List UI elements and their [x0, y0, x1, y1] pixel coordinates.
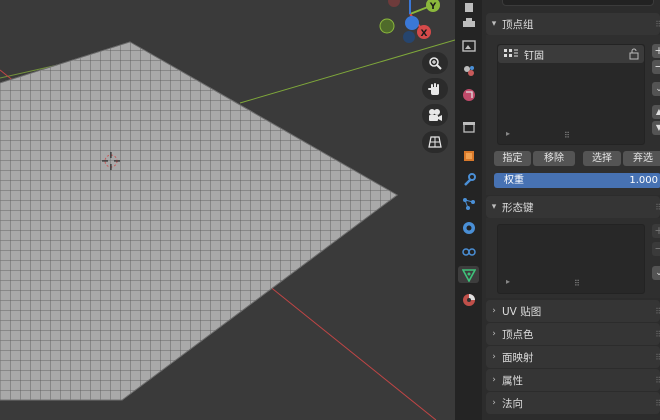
mesh-data-icon	[461, 268, 476, 282]
drag-handle-icon[interactable]: ⠿	[655, 330, 660, 339]
uv-maps-title: UV 贴图	[502, 305, 542, 318]
tab-world[interactable]	[460, 118, 477, 135]
grid-plane	[0, 41, 398, 401]
view-layer-icon	[463, 65, 474, 76]
face-maps-title: 面映射	[502, 351, 534, 364]
drag-handle-icon[interactable]: ⠿	[655, 203, 660, 212]
vertex-colors-panel-header[interactable]: › 顶点色 ⠿	[486, 323, 660, 345]
tool-icon	[464, 2, 473, 12]
chevron-right-icon: ›	[492, 398, 496, 408]
move-up-button[interactable]: ▲	[652, 105, 660, 119]
properties-tab-strip	[455, 0, 482, 420]
vertex-group-specials-button[interactable]: ⌄	[652, 82, 660, 96]
zoom-button[interactable]	[422, 52, 448, 74]
camera-view-button[interactable]	[422, 104, 448, 126]
tab-material[interactable]	[460, 291, 477, 308]
tab-particles[interactable]	[460, 195, 477, 212]
list-resize-grip[interactable]: ⠿	[564, 131, 570, 140]
gizmo-y-label: Y	[429, 2, 437, 12]
remove-button[interactable]: 移除	[533, 151, 575, 166]
vertex-group-item[interactable]: 钉固	[498, 45, 644, 63]
weight-label: 权重	[504, 175, 524, 186]
remove-vertex-group-button[interactable]: −	[652, 60, 660, 74]
material-icon	[462, 293, 475, 306]
tab-object[interactable]	[460, 147, 477, 164]
weight-slider[interactable]: 权重 1.000	[494, 173, 660, 188]
constraints-icon	[461, 247, 476, 256]
zoom-icon	[429, 57, 442, 70]
list-expand-icon[interactable]: ▸	[506, 277, 510, 286]
tab-output[interactable]	[460, 37, 477, 54]
deselect-button[interactable]: 弃选	[623, 151, 660, 166]
mesh-name-field[interactable]	[502, 0, 654, 6]
list-expand-icon[interactable]: ▸	[506, 129, 510, 138]
vertex-groups-panel-header[interactable]: ▾ 顶点组 ⠿	[486, 13, 660, 35]
output-icon	[461, 39, 476, 52]
drag-handle-icon[interactable]: ⠿	[655, 307, 660, 316]
move-down-button[interactable]: ▼	[652, 121, 660, 135]
list-resize-grip[interactable]: ⠿	[574, 279, 580, 288]
chevron-right-icon: ›	[492, 352, 496, 362]
gizmo-x-label: X	[421, 29, 428, 39]
shape-key-specials-button[interactable]: ⌄	[652, 266, 660, 280]
chevron-right-icon: ›	[492, 375, 496, 385]
particles-icon	[462, 197, 475, 210]
shape-keys-panel: ▸ ⠿ + − ⌄	[486, 218, 660, 298]
vertex-colors-title: 顶点色	[502, 328, 534, 341]
vertex-group-list[interactable]: 钉固 ▸ ⠿	[497, 44, 645, 145]
normals-title: 法向	[502, 397, 523, 410]
vertex-groups-title: 顶点组	[502, 18, 534, 31]
attributes-title: 属性	[502, 374, 523, 387]
drag-handle-icon[interactable]: ⠿	[655, 353, 660, 362]
physics-icon	[462, 221, 475, 234]
perspective-toggle-button[interactable]	[422, 131, 448, 153]
vertex-group-name: 钉固	[524, 50, 544, 62]
tab-physics[interactable]	[460, 219, 477, 236]
object-icon	[463, 150, 474, 161]
add-shape-key-button[interactable]: +	[652, 224, 660, 238]
tab-mesh-data[interactable]	[458, 266, 479, 283]
weight-value: 1.000	[629, 175, 658, 186]
tab-scene[interactable]	[460, 86, 477, 103]
viewport-3d[interactable]: Y X	[0, 0, 455, 420]
drag-handle-icon[interactable]: ⠿	[655, 376, 660, 385]
tab-render[interactable]	[460, 14, 477, 31]
chevron-down-icon: ▾	[491, 202, 497, 212]
camera-icon	[429, 109, 442, 121]
scene-canvas: Y X	[0, 0, 455, 420]
pan-button[interactable]	[422, 78, 448, 100]
vertex-group-icon	[504, 49, 518, 57]
vertex-groups-panel: 钉固 ▸ ⠿ + − ⌄ ▲ ▼ 指定 移除 选择 弃选 权重 1.000	[486, 35, 660, 195]
face-maps-panel-header[interactable]: › 面映射 ⠿	[486, 346, 660, 368]
shape-key-list[interactable]: ▸ ⠿	[497, 224, 645, 294]
normals-panel-header[interactable]: › 法向 ⠿	[486, 392, 660, 414]
grid-perspective-icon	[428, 136, 442, 148]
drag-handle-icon[interactable]: ⠿	[655, 20, 660, 29]
drag-handle-icon[interactable]: ⠿	[655, 399, 660, 408]
assign-button[interactable]: 指定	[494, 151, 531, 166]
tab-constraints[interactable]	[460, 243, 477, 260]
properties-editor: ▾ 顶点组 ⠿ 钉固 ▸ ⠿ + − ⌄ ▲ ▼ 指定 移除 选择 弃选 权重	[482, 0, 660, 420]
chevron-down-icon: ▾	[491, 19, 497, 29]
lock-icon[interactable]	[628, 48, 640, 60]
hand-icon	[428, 83, 439, 95]
add-vertex-group-button[interactable]: +	[652, 44, 660, 58]
scene-icon	[462, 88, 475, 101]
select-button[interactable]: 选择	[583, 151, 621, 166]
tab-view-layer[interactable]	[460, 62, 477, 79]
render-icon	[462, 17, 475, 27]
tab-modifiers[interactable]	[460, 171, 477, 188]
shape-keys-title: 形态键	[502, 201, 534, 214]
uv-maps-panel-header[interactable]: › UV 贴图 ⠿	[486, 300, 660, 322]
attributes-panel-header[interactable]: › 属性 ⠿	[486, 369, 660, 391]
chevron-right-icon: ›	[492, 329, 496, 339]
shape-keys-panel-header[interactable]: ▾ 形态键 ⠿	[486, 196, 660, 218]
world-icon	[462, 121, 475, 133]
wrench-icon	[463, 172, 476, 186]
chevron-right-icon: ›	[492, 306, 496, 316]
remove-shape-key-button[interactable]: −	[652, 242, 660, 256]
